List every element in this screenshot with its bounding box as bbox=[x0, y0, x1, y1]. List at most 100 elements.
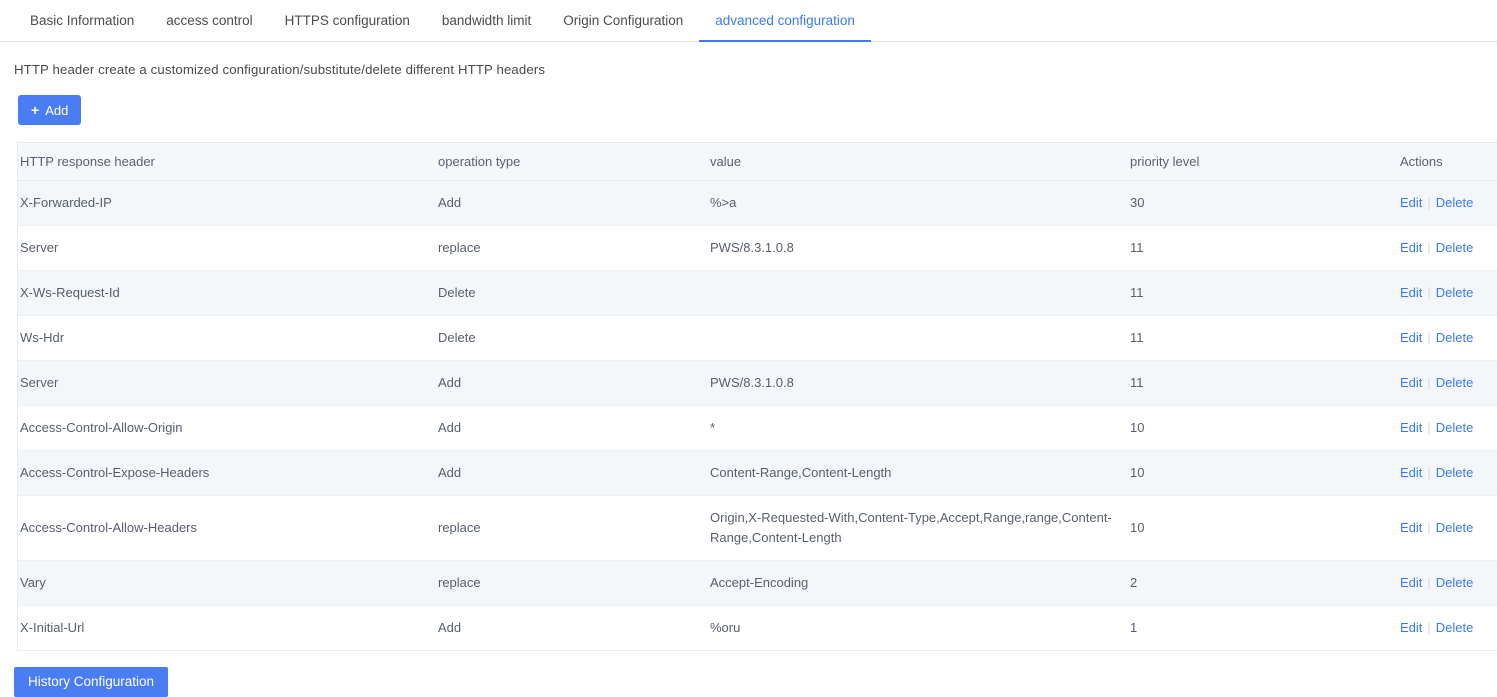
delete-link[interactable]: Delete bbox=[1436, 330, 1474, 345]
cell-priority-level: 10 bbox=[1130, 450, 1400, 496]
cell-actions: Edit | Delete bbox=[1400, 270, 1497, 316]
tab-origin-configuration[interactable]: Origin Configuration bbox=[547, 0, 699, 41]
row-actions: Edit | Delete bbox=[1400, 195, 1473, 210]
edit-link[interactable]: Edit bbox=[1400, 285, 1422, 300]
cell-http-response-header-text: Access-Control-Allow-Origin bbox=[20, 419, 183, 435]
cell-actions: Edit | Delete bbox=[1400, 315, 1497, 361]
cell-value-text: %>a bbox=[710, 194, 737, 210]
cell-value: Content-Range,Content-Length bbox=[710, 450, 1130, 496]
cell-value-text: PWS/8.3.1.0.8 bbox=[710, 374, 794, 390]
cell-http-response-header: X-Ws-Request-Id bbox=[18, 270, 438, 316]
delete-link[interactable]: Delete bbox=[1436, 620, 1474, 635]
tab-basic-information[interactable]: Basic Information bbox=[14, 0, 150, 41]
cell-priority-level-text: 11 bbox=[1130, 374, 1144, 390]
action-separator: | bbox=[1427, 574, 1431, 590]
row-actions: Edit | Delete bbox=[1400, 420, 1473, 435]
cell-value-text: Accept-Encoding bbox=[710, 574, 809, 590]
cell-http-response-header-text: Vary bbox=[20, 574, 46, 590]
delete-link[interactable]: Delete bbox=[1436, 375, 1474, 390]
cell-http-response-header: Server bbox=[18, 225, 438, 271]
edit-link[interactable]: Edit bbox=[1400, 520, 1422, 535]
delete-link[interactable]: Delete bbox=[1436, 240, 1474, 255]
cell-actions: Edit | Delete bbox=[1400, 180, 1497, 226]
delete-link[interactable]: Delete bbox=[1436, 195, 1474, 210]
cell-http-response-header-text: Ws-Hdr bbox=[20, 329, 65, 345]
table-header: HTTP response header operation type valu… bbox=[18, 143, 1497, 181]
table-row: X-Initial-Url Add %oru 1 Edit | Delete bbox=[18, 605, 1497, 651]
table-body: X-Forwarded-IP Add %>a 30 Edit | Delete Server r… bbox=[18, 180, 1497, 651]
delete-link[interactable]: Delete bbox=[1436, 520, 1474, 535]
tab-bandwidth-limit[interactable]: bandwidth limit bbox=[426, 0, 547, 41]
cell-operation-type: Add bbox=[438, 180, 710, 226]
cell-value-text: * bbox=[710, 419, 716, 435]
row-actions: Edit | Delete bbox=[1400, 575, 1473, 590]
cell-http-response-header-text: Access-Control-Allow-Headers bbox=[20, 519, 197, 535]
table-row: Access-Control-Expose-Headers Add Content-… bbox=[18, 450, 1497, 496]
cell-priority-level: 11 bbox=[1130, 225, 1400, 271]
cell-value bbox=[710, 315, 1130, 361]
action-separator: | bbox=[1427, 464, 1431, 480]
table-row: X-Forwarded-IP Add %>a 30 Edit | Delete bbox=[18, 180, 1497, 226]
tab-advanced-configuration[interactable]: advanced configuration bbox=[699, 0, 871, 42]
delete-link[interactable]: Delete bbox=[1436, 465, 1474, 480]
tab-access-control[interactable]: access control bbox=[150, 0, 268, 41]
cell-http-response-header: Server bbox=[18, 360, 438, 406]
cell-operation-type-text: Add bbox=[438, 619, 462, 635]
edit-link[interactable]: Edit bbox=[1400, 465, 1422, 480]
row-actions: Edit | Delete bbox=[1400, 240, 1473, 255]
add-button[interactable]: + Add bbox=[18, 95, 82, 125]
cell-http-response-header: Access-Control-Allow-Headers bbox=[18, 495, 438, 561]
row-actions: Edit | Delete bbox=[1400, 620, 1473, 635]
cell-http-response-header-text: X-Ws-Request-Id bbox=[20, 284, 120, 300]
cell-value-text: %oru bbox=[710, 619, 741, 635]
cell-operation-type-text: Add bbox=[438, 464, 462, 480]
delete-link[interactable]: Delete bbox=[1436, 575, 1474, 590]
cell-priority-level: 10 bbox=[1130, 405, 1400, 451]
cell-actions: Edit | Delete bbox=[1400, 225, 1497, 271]
edit-link[interactable]: Edit bbox=[1400, 330, 1422, 345]
cell-operation-type: replace bbox=[438, 495, 710, 561]
edit-link[interactable]: Edit bbox=[1400, 240, 1422, 255]
column-header-actions: Actions bbox=[1400, 143, 1497, 181]
cell-value: * bbox=[710, 405, 1130, 451]
action-separator: | bbox=[1427, 239, 1431, 255]
http-header-table: HTTP response header operation type valu… bbox=[17, 142, 1497, 651]
add-button-label: Add bbox=[45, 102, 69, 118]
cell-priority-level-text: 10 bbox=[1130, 464, 1145, 480]
cell-value: PWS/8.3.1.0.8 bbox=[710, 360, 1130, 406]
cell-priority-level-text: 1 bbox=[1130, 619, 1138, 635]
cell-priority-level: 30 bbox=[1130, 180, 1400, 226]
cell-http-response-header: Access-Control-Allow-Origin bbox=[18, 405, 438, 451]
edit-link[interactable]: Edit bbox=[1400, 575, 1422, 590]
history-configuration-button[interactable]: History Configuration bbox=[14, 666, 169, 697]
page-description: HTTP header create a customized configur… bbox=[14, 62, 546, 77]
row-actions: Edit | Delete bbox=[1400, 465, 1473, 480]
table-row: Ws-Hdr Delete 11 Edit | Delete bbox=[18, 315, 1497, 361]
action-separator: | bbox=[1427, 619, 1431, 635]
cell-operation-type: replace bbox=[438, 225, 710, 271]
edit-link[interactable]: Edit bbox=[1400, 620, 1422, 635]
tab-https-configuration[interactable]: HTTPS configuration bbox=[269, 0, 426, 41]
cell-http-response-header: X-Initial-Url bbox=[18, 605, 438, 651]
cell-priority-level-text: 10 bbox=[1130, 419, 1145, 435]
edit-link[interactable]: Edit bbox=[1400, 195, 1422, 210]
action-separator: | bbox=[1427, 374, 1431, 390]
cell-priority-level: 2 bbox=[1130, 560, 1400, 606]
table-row: X-Ws-Request-Id Delete 11 Edit | Delete bbox=[18, 270, 1497, 316]
cell-http-response-header-text: X-Initial-Url bbox=[20, 619, 85, 635]
column-header-operation-type: operation type bbox=[438, 143, 710, 181]
edit-link[interactable]: Edit bbox=[1400, 420, 1422, 435]
action-separator: | bbox=[1427, 419, 1431, 435]
delete-link[interactable]: Delete bbox=[1436, 420, 1474, 435]
delete-link[interactable]: Delete bbox=[1436, 285, 1474, 300]
table-row: Access-Control-Allow-Origin Add * 10 Edit | De… bbox=[18, 405, 1497, 451]
cell-priority-level: 11 bbox=[1130, 360, 1400, 406]
cell-operation-type: replace bbox=[438, 560, 710, 606]
cell-priority-level-text: 2 bbox=[1130, 574, 1138, 590]
edit-link[interactable]: Edit bbox=[1400, 375, 1422, 390]
cell-http-response-header-text: X-Forwarded-IP bbox=[20, 194, 112, 210]
cell-operation-type: Add bbox=[438, 450, 710, 496]
cell-operation-type-text: replace bbox=[438, 574, 481, 590]
cell-http-response-header: Ws-Hdr bbox=[18, 315, 438, 361]
cell-value: Accept-Encoding bbox=[710, 560, 1130, 606]
